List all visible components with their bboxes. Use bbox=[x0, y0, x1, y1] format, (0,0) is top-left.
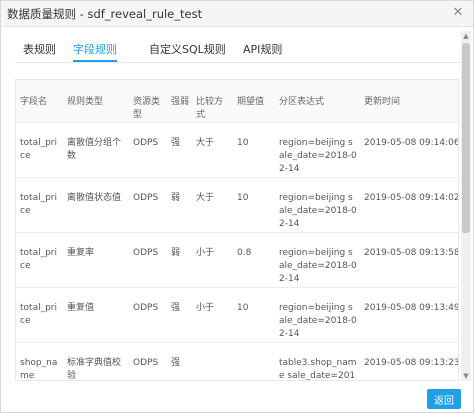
cell-partition-expression: region=beijing sale_date=2018-02-14 bbox=[275, 232, 360, 288]
header-resource-type: 资源类型 bbox=[129, 80, 167, 123]
tab-table-rules[interactable]: 表规则 bbox=[23, 41, 56, 62]
cell-strength: 强 bbox=[167, 342, 192, 380]
cell-resource-type: ODPS bbox=[129, 287, 167, 343]
cell-compare-method: 大于 bbox=[192, 177, 233, 233]
tab-field-rules[interactable]: 字段规则 bbox=[73, 41, 117, 62]
cell-expected-value: 10 bbox=[233, 177, 275, 233]
cell-rule-type: 离散值分组个数 bbox=[63, 122, 129, 178]
close-icon[interactable]: ✕ bbox=[451, 6, 465, 20]
cell-compare-method: 小于 bbox=[192, 232, 233, 288]
rule-dialog: 数据质量规则 - sdf_reveal_rule_test ✕ 表规则 字段规则… bbox=[0, 0, 474, 413]
header-compare-method: 比较方式 bbox=[192, 80, 233, 123]
table-row[interactable]: total_price 离散值状态值 ODPS 弱 大于 10 region=b… bbox=[16, 177, 458, 233]
cell-update-time: 2019-05-08 09:13:23 bbox=[360, 342, 458, 380]
cell-resource-type: ODPS bbox=[129, 122, 167, 178]
header-update-time: 更新时间 bbox=[360, 80, 458, 123]
header-expected-value: 期望值 bbox=[233, 80, 275, 123]
table-row[interactable]: total_price 重复值 ODPS 强 小于 10 region=beij… bbox=[16, 287, 458, 343]
cell-compare-method bbox=[192, 342, 233, 380]
cell-resource-type: ODPS bbox=[129, 342, 167, 380]
cell-update-time: 2019-05-08 09:14:02 bbox=[360, 177, 458, 233]
cell-compare-method: 大于 bbox=[192, 122, 233, 178]
tab-custom-sql-rules[interactable]: 自定义SQL规则 bbox=[149, 41, 226, 62]
cell-resource-type: ODPS bbox=[129, 232, 167, 288]
cell-field-name: total_price bbox=[16, 287, 63, 343]
dialog-title-bar: 数据质量规则 - sdf_reveal_rule_test ✕ bbox=[1, 1, 473, 27]
tab-api-rules[interactable]: API规则 bbox=[243, 41, 282, 62]
scroll-thumb[interactable] bbox=[462, 43, 470, 233]
table-row[interactable]: total_price 离散值分组个数 ODPS 强 大于 10 region=… bbox=[16, 122, 458, 178]
rule-tabs: 表规则 字段规则 自定义SQL规则 API规则 bbox=[15, 39, 461, 63]
cell-rule-type: 标准字典值校验 bbox=[63, 342, 129, 380]
rules-table: 字段名 规则类型 资源类型 强弱 比较方式 期望值 分区表达式 更新时间 tot… bbox=[16, 80, 458, 380]
cell-field-name: total_price bbox=[16, 232, 63, 288]
cell-field-name: shop_name bbox=[16, 342, 63, 380]
header-rule-type: 规则类型 bbox=[63, 80, 129, 123]
cell-expected-value: 10 bbox=[233, 287, 275, 343]
cell-rule-type: 离散值状态值 bbox=[63, 177, 129, 233]
cell-field-name: total_price bbox=[16, 122, 63, 178]
cell-expected-value: 0.8 bbox=[233, 232, 275, 288]
header-partition-expression: 分区表达式 bbox=[275, 80, 360, 123]
cell-strength: 弱 bbox=[167, 232, 192, 288]
cell-expected-value bbox=[233, 342, 275, 380]
table-row[interactable]: total_price 重复率 ODPS 弱 小于 0.8 region=bei… bbox=[16, 232, 458, 288]
table-header-row: 字段名 规则类型 资源类型 强弱 比较方式 期望值 分区表达式 更新时间 bbox=[16, 80, 458, 123]
cell-expected-value: 10 bbox=[233, 122, 275, 178]
cell-update-time: 2019-05-08 09:13:58 bbox=[360, 232, 458, 288]
cell-update-time: 2019-05-08 09:14:06 bbox=[360, 122, 458, 178]
cell-compare-method: 小于 bbox=[192, 287, 233, 343]
cell-strength: 强 bbox=[167, 287, 192, 343]
rules-table-container: 字段名 规则类型 资源类型 强弱 比较方式 期望值 分区表达式 更新时间 tot… bbox=[15, 79, 459, 381]
cell-partition-expression: region=beijing sale_date=2018-02-14 bbox=[275, 177, 360, 233]
cell-strength: 弱 bbox=[167, 177, 192, 233]
cell-partition-expression: table3.shop_name sale_date=2018-02-14 bbox=[275, 342, 360, 380]
dialog-title: 数据质量规则 - sdf_reveal_rule_test bbox=[7, 7, 203, 21]
cell-partition-expression: region=beijing sale_date=2018-02-14 bbox=[275, 287, 360, 343]
cell-field-name: total_price bbox=[16, 177, 63, 233]
cell-rule-type: 重复率 bbox=[63, 232, 129, 288]
table-row[interactable]: shop_name 标准字典值校验 ODPS 强 table3.shop_nam… bbox=[16, 342, 458, 380]
header-strength: 强弱 bbox=[167, 80, 192, 123]
cell-update-time: 2019-05-08 09:13:49 bbox=[360, 287, 458, 343]
cell-partition-expression: region=beijing sale_date=2018-02-14 bbox=[275, 122, 360, 178]
scroll-down-icon[interactable]: ▼ bbox=[461, 371, 471, 381]
vertical-scrollbar[interactable]: ▲ ▼ bbox=[461, 31, 471, 381]
header-field-name: 字段名 bbox=[16, 80, 63, 123]
scroll-up-icon[interactable]: ▲ bbox=[461, 31, 471, 41]
cell-rule-type: 重复值 bbox=[63, 287, 129, 343]
back-button[interactable]: 返回 bbox=[427, 389, 461, 409]
cell-resource-type: ODPS bbox=[129, 177, 167, 233]
cell-strength: 强 bbox=[167, 122, 192, 178]
